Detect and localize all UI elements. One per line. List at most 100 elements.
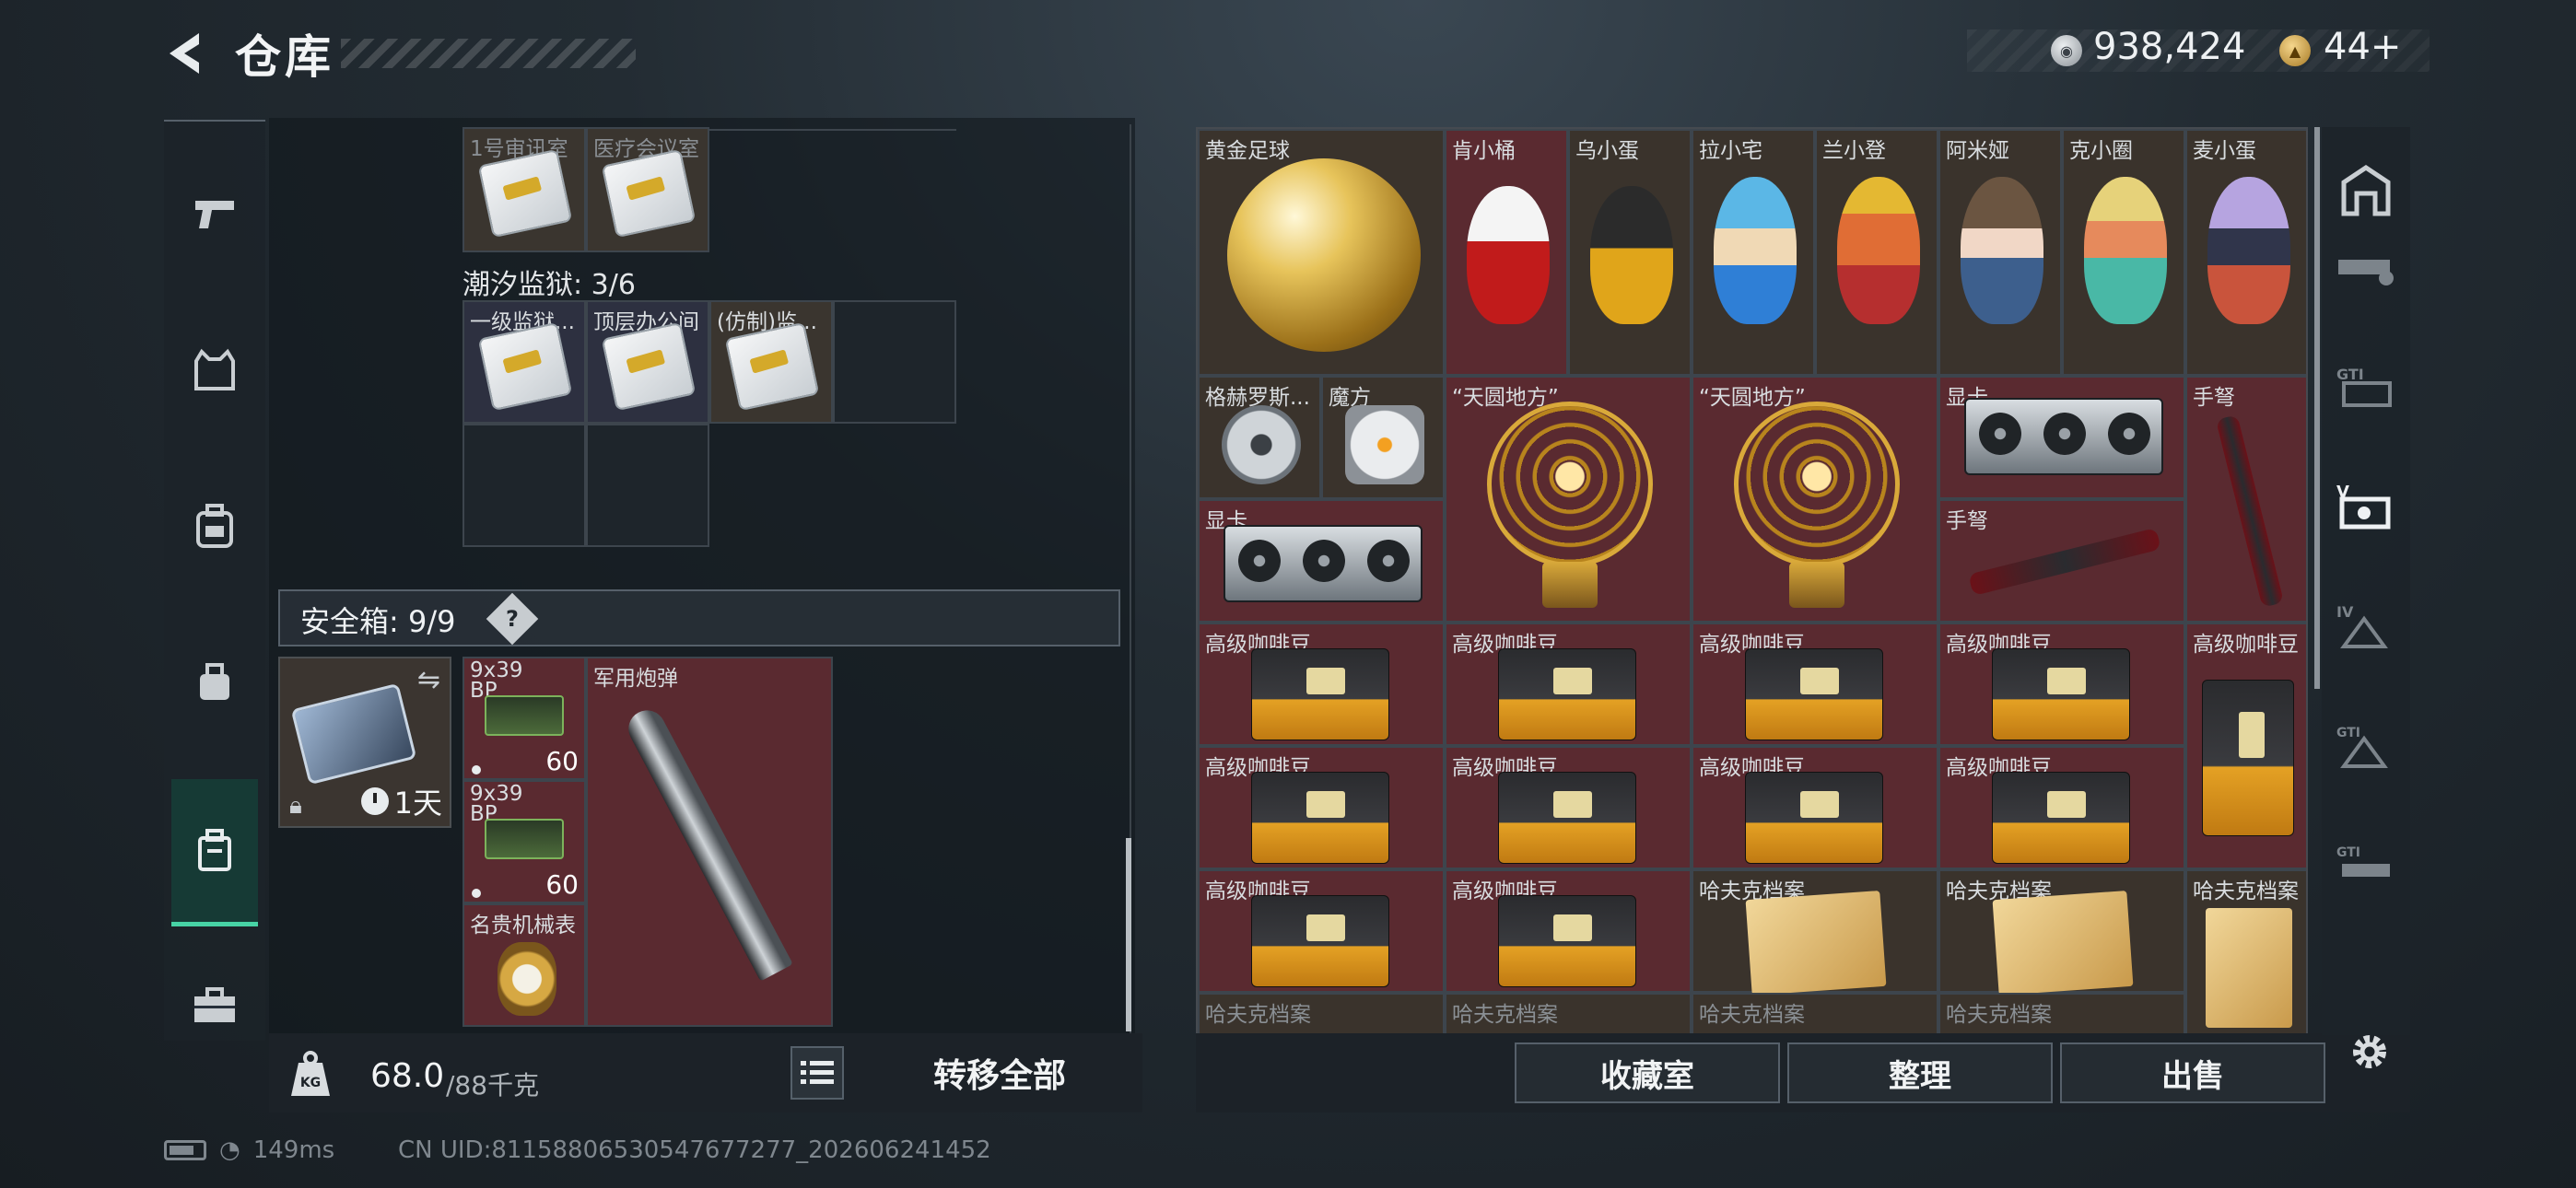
figurine-icon [1467,186,1550,324]
collection-item[interactable]: “天圆地方” [1692,376,1938,623]
nav-gti-case-rifle[interactable]: GTI [2333,834,2399,901]
collection-item[interactable]: 麦小蛋 [2185,129,2306,376]
collection-item[interactable]: 哈夫克档案 [1198,993,1445,1033]
list-view-button[interactable] [790,1046,844,1100]
collection-item[interactable]: 高级咖啡豆 [1445,746,1692,869]
collection-item[interactable]: 手弩 [2185,376,2306,623]
collection-item[interactable]: 高级咖啡豆 [1692,623,1938,746]
storage-scrollbar[interactable] [1126,838,1131,1031]
collection-item[interactable]: 手弩 [1938,499,2185,623]
empty-slot[interactable] [586,424,709,547]
safebox-label: 安全箱: 9/9 [300,604,456,639]
empty-slot[interactable] [833,300,956,424]
crossbow-icon [1968,527,2161,597]
transfer-all-button[interactable]: 转移全部 [866,1042,1133,1103]
settings-button[interactable] [2340,1022,2399,1081]
card-slot[interactable]: (仿制)监... [709,300,833,424]
sphere-base-icon [1789,562,1844,608]
collection-item[interactable]: 高级咖啡豆 [1692,746,1938,869]
ammo-box-icon [485,819,564,859]
nav-gti-case[interactable]: GTI [2333,355,2399,422]
collection-item[interactable]: 高级咖啡豆 [1445,869,1692,993]
gti-case-icon: GTI [2336,366,2392,407]
collection-item[interactable]: 乌小蛋 [1568,129,1692,376]
collection-item[interactable]: 兰小登 [1815,129,1938,376]
safebox-container[interactable]: ⇋ 🔒︎ 1天 [278,657,451,828]
collection-item[interactable]: 显卡 [1198,499,1445,623]
back-button[interactable] [157,26,212,81]
collection-item[interactable]: 高级咖啡豆 [2185,623,2306,869]
pouch-icon [200,663,229,700]
collection-item[interactable]: 高级咖啡豆 [1938,623,2185,746]
collection-item[interactable]: 显卡 [1938,376,2185,499]
svg-text:GTI: GTI [2336,726,2360,740]
watch-slot[interactable]: 名贵机械表 [463,903,586,1027]
divider [709,129,956,131]
lock-icon: 🔒︎ [289,792,302,820]
empty-slot[interactable] [463,424,586,547]
collection-item[interactable]: 哈夫克档案 [1938,993,2185,1033]
nav-safebox[interactable] [171,779,258,926]
gti-case-iv-icon: IV [2336,603,2388,648]
collection-item[interactable]: 高级咖啡豆 [1445,623,1692,746]
nav-backpack[interactable] [171,453,258,600]
document-icon [2206,908,2292,1028]
collection-item[interactable]: 格赫罗斯... [1198,376,1321,499]
dot-icon [472,889,481,898]
nav-home-base[interactable] [2333,157,2399,223]
collection-item[interactable]: “天圆地方” [1445,376,1692,623]
collection-item[interactable]: 肯小桶 [1445,129,1568,376]
collection-item[interactable]: 高级咖啡豆 [1198,746,1445,869]
collection-item[interactable]: 黄金足球 [1198,129,1445,376]
item-label: 军用炮弹 [593,667,678,691]
ammo-slot[interactable]: 9x39 BP 60 [463,657,586,780]
collection-item[interactable]: 哈夫克档案 [1938,869,2185,996]
nav-gti-case-v[interactable]: V [2333,475,2399,542]
collection-item[interactable]: 高级咖啡豆 [1198,869,1445,993]
item-count: 60 [545,746,579,776]
nav-rifle-case[interactable] [2333,236,2399,302]
nav-toolbox[interactable] [171,932,258,1079]
keycard-icon [477,321,573,412]
collection-room-button[interactable]: 收藏室 [1515,1042,1780,1103]
collection-item[interactable]: 拉小宅 [1692,129,1815,376]
collection-item[interactable]: 哈夫克档案 [1692,869,1938,996]
collection-item[interactable]: 魔方 [1321,376,1445,499]
ammo-slot[interactable]: 9x39 BP 60 [463,780,586,903]
card-slot[interactable]: 1号审讯室 [463,127,586,252]
card-slot[interactable]: 医疗会议室 [586,127,709,252]
collection-item[interactable]: 高级咖啡豆 [1198,623,1445,746]
gear-icon [2353,1035,2386,1068]
coffee-bag-icon [1498,648,1636,740]
card-slot[interactable]: 一级监狱... [463,300,586,424]
shell-slot[interactable]: 军用炮弹 [586,657,833,1027]
collection-item[interactable]: 哈夫克档案 [1692,993,1938,1033]
page-title: 仓库 [235,30,334,84]
help-icon: ? [506,605,519,632]
collection-panel: 黄金足球 肯小桶 乌小蛋 拉小宅 兰小登 阿米娅 克小圈 麦小蛋 格赫罗斯...… [1196,127,2308,1035]
collection-item[interactable]: 高级咖啡豆 [1938,746,2185,869]
collection-item[interactable]: 克小圈 [2062,129,2185,376]
coin-count[interactable]: 44+ [2324,26,2401,68]
swap-icon[interactable]: ⇋ [417,664,440,696]
collection-item[interactable]: 阿米娅 [1938,129,2062,376]
section-label: 潮汐监狱: 3/6 [463,269,636,301]
sphere-base-icon [1542,562,1598,608]
gold-coin-icon[interactable]: ▲ [2279,35,2311,66]
nav-gti-case-iv[interactable]: IV [2333,595,2399,661]
timer: 1天 [360,780,442,822]
coffee-bag-icon [1251,772,1389,864]
collection-scrollbar[interactable] [2314,127,2320,689]
nav-gti-case-triangle[interactable]: GTI [2333,715,2399,781]
sell-button[interactable]: 出售 [2060,1042,2325,1103]
nav-weapons[interactable] [171,140,258,287]
nav-armor[interactable] [171,297,258,444]
collection-item[interactable]: 哈夫克档案 [1445,993,1692,1033]
sort-button[interactable]: 整理 [1787,1042,2053,1103]
keycard-icon [477,148,573,239]
nav-pouch[interactable] [171,610,258,757]
collection-item[interactable]: 哈夫克档案 [2185,869,2306,1033]
card-slot[interactable]: 顶层办公间 [586,300,709,424]
status-bar: ◔ 149ms [164,1136,334,1164]
gpu-icon [1224,525,1423,602]
